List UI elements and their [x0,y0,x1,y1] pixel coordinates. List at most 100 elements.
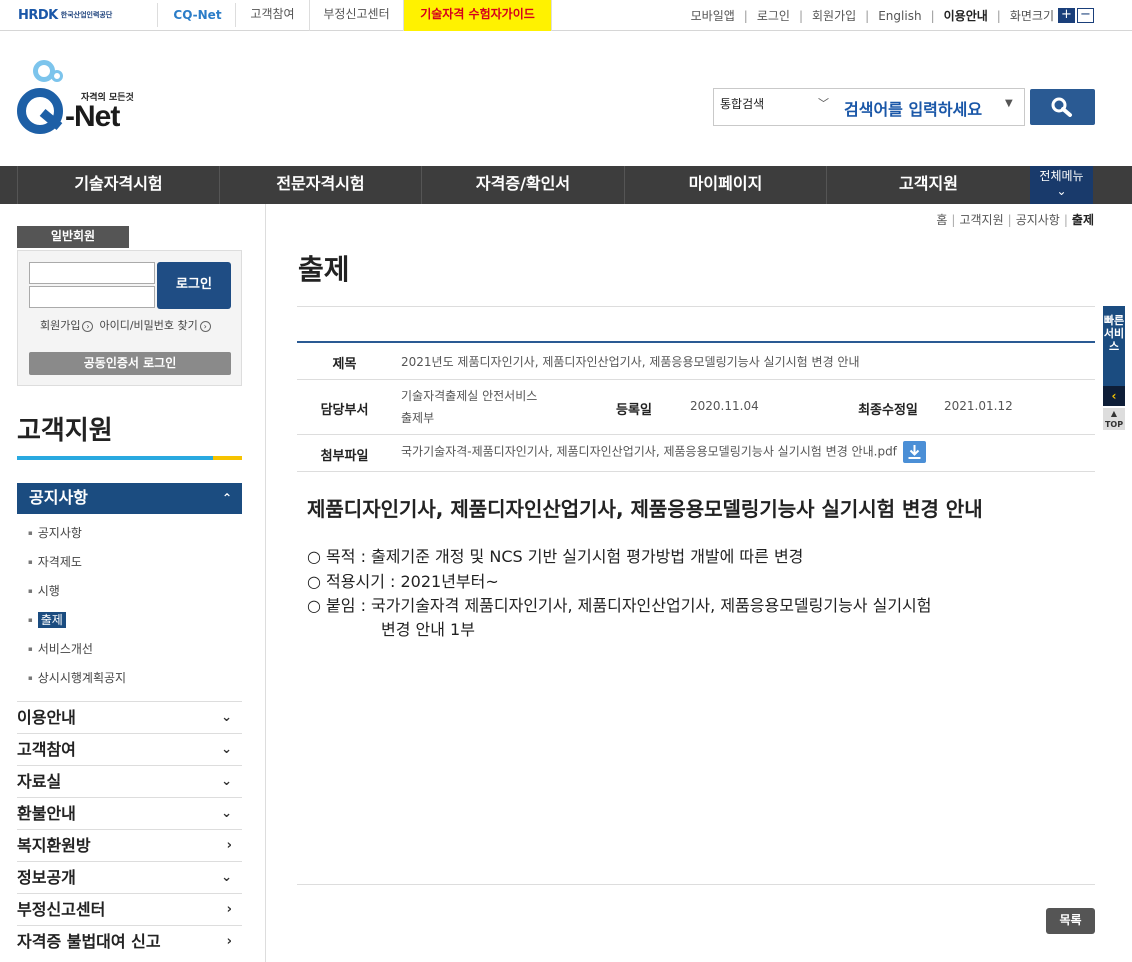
util-zoom-label: 화면크기 [1009,9,1054,23]
notice-row-attachment: 첨부파일 국가기술자격-제품디자인기사, 제품디자인산업기사, 제품응용모델링기… [297,435,1095,472]
logo-wordmark: -Net [65,100,120,133]
zoom-out-button[interactable]: − [1077,8,1094,23]
qnet-logo[interactable]: 자격의 모든것 -Net [17,58,137,142]
login-links: 회원가입 › 아이디/비밀번호 찾기 › [40,317,217,333]
quick-service-tab[interactable]: 빠른서비스 [1103,306,1125,386]
notice-row-info: 담당부서 기술자격출제실 안전서비스 출제부 등록일 2020.11.04 최종… [297,380,1095,435]
top-link-report-center[interactable]: 부정신고센터 [310,0,404,31]
sidebar-sub-question[interactable]: 출제 [28,611,66,628]
find-account-link[interactable]: 아이디/비밀번호 찾기 [99,319,197,332]
scroll-top-button[interactable]: ▲ TOP [1103,408,1125,430]
chevron-right-icon: › [226,934,232,949]
sidebar-item-label: 이용안내 [17,708,76,727]
sidebar-sub-service[interactable]: 서비스개선 [28,640,93,657]
cert-login-button[interactable]: 공동인증서 로그인 [29,352,231,375]
sidebar-item-label: 환불안내 [17,804,76,823]
util-guide[interactable]: 이용안내 [944,7,988,24]
subject-value: 2021년도 제품디자인기사, 제품디자인산업기사, 제품응용모델링기능사 실기… [401,355,860,369]
sidebar-item-welfare[interactable]: 복지환원방 › [17,829,242,861]
sub-label: 출제 [37,612,66,628]
chevron-down-icon: ﹀ [818,97,829,110]
chevron-down-icon: ⌄ [1056,184,1067,198]
sidebar-title: 고객지원 [17,416,113,446]
top-bar: HRDK 한국산업인력공단 CQ-Net 고객참여 부정신고센터 기술자격 수험… [0,0,1132,31]
title-underline-accent [213,456,242,460]
breadcrumb-current: 출제 [1071,213,1094,227]
sidebar-item-guide[interactable]: 이용안내 ⌄ [17,701,242,733]
hrdk-logo[interactable]: HRDK 한국산업인력공단 [18,3,158,27]
search-scope-select[interactable]: 통합검색 [720,95,764,112]
util-english[interactable]: English [878,9,921,23]
util-login[interactable]: 로그인 [757,7,790,24]
attachment-label: 첨부파일 [320,449,369,464]
gnb-mypage[interactable]: 마이페이지 [624,166,826,204]
title-underline [17,456,213,460]
attachment-link[interactable]: 국가기술자격-제품디자인기사, 제품디자인산업기사, 제품응용모델링기능사 실기… [401,445,897,459]
arrow-right-icon: › [82,321,94,332]
sub-label: 시행 [37,584,60,598]
sidebar-sub-system[interactable]: 자격제도 [28,553,82,570]
subject-label: 제목 [332,357,357,372]
gnb-certificate[interactable]: 자격증/확인서 [421,166,624,204]
breadcrumb: 홈 | 고객지원 | 공지사항 | 출제 [936,213,1094,227]
mod-date-label: 최종수정일 [858,403,918,418]
gnb-support[interactable]: 고객지원 [826,166,1030,204]
download-icon[interactable] [902,441,926,463]
all-menu-button[interactable]: 전체메뉴 ⌄ [1030,166,1093,204]
sidebar-sub-plan[interactable]: 상시시행계획공지 [28,669,126,686]
sidebar-item-label: 자료실 [17,772,62,791]
search-input[interactable]: 검색어를 입력하세요 [844,96,982,120]
sidebar-item-library[interactable]: 자료실 ⌄ [17,765,242,797]
userid-input[interactable] [29,262,155,284]
hrdk-org-name: 한국산업인력공단 [60,11,113,19]
sidebar-item-label: 고객참여 [17,740,76,759]
list-button[interactable]: 목록 [1046,908,1095,934]
top-link-exam-guide[interactable]: 기술자격 수험자가이드 [404,0,552,31]
sidebar-item-refund[interactable]: 환불안내 ⌄ [17,797,242,829]
page-title: 출제 [298,253,350,286]
dept-value-1: 기술자격출제실 안전서비스 [401,389,538,403]
sub-label: 공지사항 [37,526,82,540]
article-line: ○ 적용시기 : 2021년부터~ [307,572,499,591]
global-nav: 기술자격시험 전문자격시험 자격증/확인서 마이페이지 고객지원 [0,166,1132,204]
login-button[interactable]: 로그인 [157,262,231,309]
sidebar-item-label: 공지사항 [29,488,88,507]
search-icon [1051,97,1072,117]
sidebar-sub-notice[interactable]: 공지사항 [28,524,82,541]
sidebar-item-illegal-rental[interactable]: 자격증 불법대여 신고 › [17,925,242,957]
password-input[interactable] [29,286,155,308]
chevron-down-icon: ⌄ [221,806,232,821]
gnb-tech-exam[interactable]: 기술자격시험 [17,166,219,204]
chevron-down-icon: ⌄ [221,774,232,789]
zoom-in-button[interactable]: + [1058,8,1075,23]
article-line: 변경 안내 1부 [381,620,475,639]
cqnet-logo[interactable]: CQ-Net [160,3,236,27]
article-title: 제품디자인기사, 제품디자인산업기사, 제품응용모델링기능사 실기시험 변경 안… [307,497,983,521]
sidebar-item-participation[interactable]: 고객참여 ⌄ [17,733,242,765]
breadcrumb-notice[interactable]: 공지사항 [1016,213,1060,227]
sidebar-item-report-center[interactable]: 부정신고센터 › [17,893,242,925]
login-box: 로그인 회원가입 › 아이디/비밀번호 찾기 › 공동인증서 로그인 [17,250,242,386]
top-link-participation[interactable]: 고객참여 [236,0,310,31]
util-join[interactable]: 회원가입 [812,7,856,24]
sidebar-item-label: 자격증 불법대여 신고 [17,932,161,951]
utility-menu: 모바일앱 | 로그인 | 회원가입 | English | 이용안내 | 화면크기 + − [691,0,1094,31]
member-type-tab[interactable]: 일반회원 [17,226,129,248]
util-mobile-app[interactable]: 모바일앱 [691,7,735,24]
search-button[interactable] [1030,89,1095,125]
join-link[interactable]: 회원가입 [40,319,80,332]
chevron-left-icon[interactable]: ‹ [1103,386,1125,406]
notice-row-subject: 제목 2021년도 제품디자인기사, 제품디자인산업기사, 제품응용모델링기능사… [297,343,1095,380]
breadcrumb-support[interactable]: 고객지원 [959,213,1003,227]
sidebar-item-label: 부정신고센터 [17,900,106,919]
chevron-up-icon: ⌃ [221,491,232,505]
quick-service-label: 빠른서비스 [1103,314,1125,353]
sidebar-item-disclosure[interactable]: 정보공개 ⌄ [17,861,242,893]
sidebar-item-notice[interactable]: 공지사항 ⌃ [17,483,242,514]
gnb-pro-exam[interactable]: 전문자격시험 [219,166,421,204]
sidebar-item-label: 복지환원방 [17,836,91,855]
breadcrumb-home[interactable]: 홈 [936,213,947,227]
sidebar-sub-exam[interactable]: 시행 [28,582,60,599]
search-box: 통합검색 ﹀ 검색어를 입력하세요 ▼ [713,88,1025,126]
arrow-right-icon: › [199,321,211,332]
